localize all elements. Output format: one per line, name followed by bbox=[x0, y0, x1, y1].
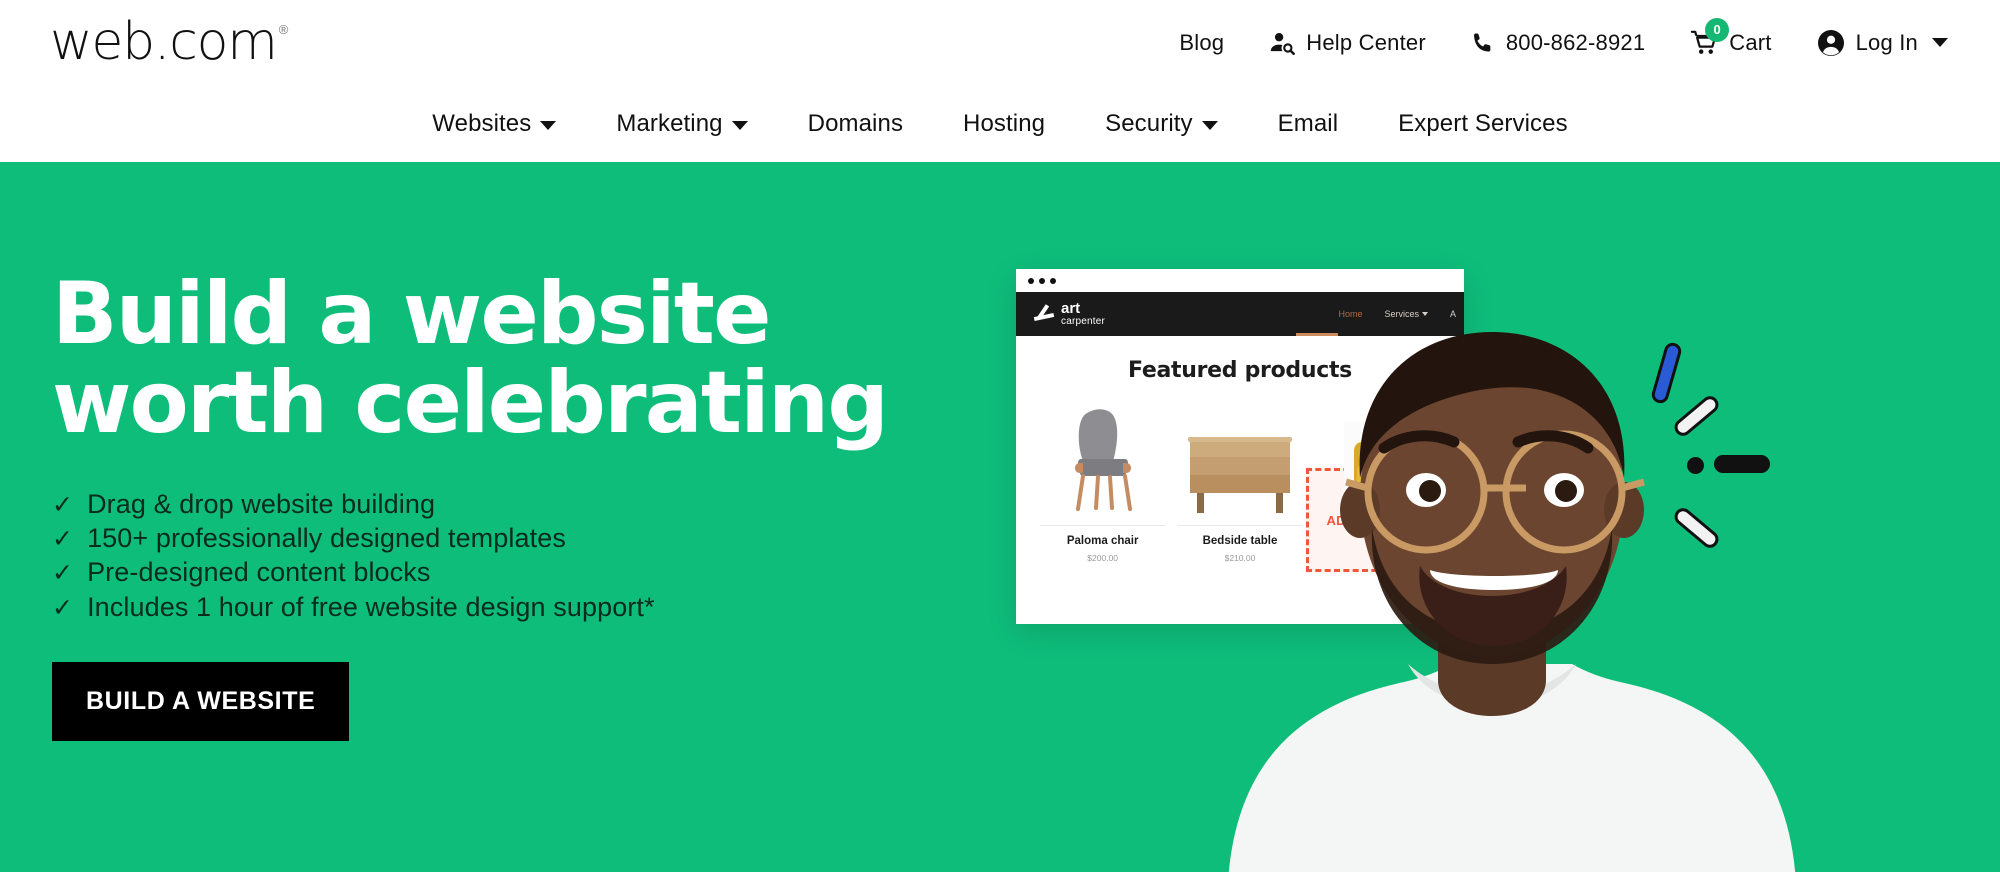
nav-item-domains-label: Domains bbox=[807, 109, 904, 137]
chevron-down-icon bbox=[1201, 120, 1218, 130]
account-circle-icon bbox=[1816, 28, 1846, 58]
check-icon: ✓ bbox=[52, 593, 74, 622]
yellow-armchair-image bbox=[1344, 422, 1454, 532]
build-a-website-button[interactable]: BUILD A WEBSITE bbox=[52, 662, 350, 741]
shopping-cart-icon: 0 bbox=[1689, 17, 1730, 57]
utility-link-help-center-label: Help Center bbox=[1306, 29, 1426, 55]
carpenter-tool-icon bbox=[1030, 303, 1056, 325]
utility-link-login[interactable]: Log In bbox=[1816, 28, 1948, 58]
nav-item-email-label: Email bbox=[1277, 109, 1339, 137]
nav-item-expert-services[interactable]: Expert Services bbox=[1368, 110, 1598, 138]
mockup-browser-chrome bbox=[1016, 269, 1464, 292]
window-dot-icon bbox=[1028, 277, 1034, 284]
check-icon: ✓ bbox=[52, 559, 74, 588]
hero-title: Build a website worth celebrating bbox=[52, 264, 889, 454]
chevron-down-icon bbox=[1421, 312, 1428, 316]
mockup-product-price: $200.00 bbox=[1087, 553, 1119, 563]
site-header: web.com ® Blog Help Center 800-862-8921 … bbox=[0, 0, 2000, 162]
website-preview-mockup: art carpenter Home Services A Featured p… bbox=[1016, 269, 1464, 624]
utility-link-cart[interactable]: 0 Cart bbox=[1689, 17, 1772, 57]
mockup-nav-services-label: Services bbox=[1384, 309, 1419, 319]
utility-link-phone-label: 800-862-8921 bbox=[1505, 29, 1646, 55]
logo-registered-mark: ® bbox=[278, 22, 289, 37]
product-divider bbox=[1040, 525, 1166, 526]
mockup-product-name: Bedside table bbox=[1202, 535, 1278, 547]
nav-item-websites[interactable]: Websites bbox=[402, 110, 586, 138]
nav-item-domains[interactable]: Domains bbox=[778, 110, 933, 138]
nav-item-marketing[interactable]: Marketing bbox=[586, 110, 777, 138]
mockup-section-heading: Featured products bbox=[1128, 358, 1352, 383]
utility-links: Blog Help Center 800-862-8921 0 Cart Log… bbox=[1179, 0, 1948, 85]
mockup-product-card[interactable]: Paloma chair $200.00 bbox=[1034, 397, 1171, 563]
doodle-dash-black bbox=[1714, 455, 1770, 473]
chevron-down-icon bbox=[540, 120, 557, 130]
nav-item-security[interactable]: Security bbox=[1075, 110, 1248, 138]
nav-item-marketing-label: Marketing bbox=[616, 109, 723, 137]
utility-link-blog[interactable]: Blog bbox=[1179, 30, 1224, 56]
utility-link-blog-label: Blog bbox=[1179, 29, 1225, 55]
doodle-dash-white-top bbox=[1671, 392, 1722, 440]
chevron-down-icon bbox=[1932, 38, 1948, 47]
mockup-brand: art carpenter bbox=[1030, 301, 1105, 327]
mockup-product-name: Paloma chair bbox=[1066, 535, 1139, 547]
window-dot-icon bbox=[1039, 277, 1045, 284]
check-icon: ✓ bbox=[52, 490, 74, 519]
hero-feature-item: ✓ Drag & drop website building bbox=[52, 487, 952, 521]
doodle-dot-black bbox=[1687, 457, 1704, 474]
check-icon: ✓ bbox=[52, 525, 74, 554]
mockup-brand-line2: carpenter bbox=[1061, 316, 1106, 327]
hero-feature-label: Pre-designed content blocks bbox=[87, 557, 431, 588]
mockup-nav-services[interactable]: Services bbox=[1384, 309, 1428, 319]
product-divider bbox=[1177, 525, 1303, 526]
utility-link-cart-label: Cart bbox=[1729, 29, 1772, 55]
hero-feature-item: ✓ Includes 1 hour of free website design… bbox=[52, 590, 952, 624]
utility-link-help-center[interactable]: Help Center bbox=[1268, 29, 1426, 57]
mockup-nav-links: Home Services A bbox=[1338, 309, 1456, 319]
chevron-down-icon bbox=[731, 120, 748, 130]
mockup-navbar: art carpenter Home Services A bbox=[1016, 292, 1464, 336]
hero-feature-list: ✓ Drag & drop website building ✓ 150+ pr… bbox=[52, 487, 952, 624]
bedside-table-image bbox=[1171, 397, 1308, 517]
mockup-nav-about[interactable]: A bbox=[1450, 309, 1456, 319]
mockup-brand-line1: art bbox=[1061, 300, 1081, 317]
hero-feature-item: ✓ 150+ professionally designed templates bbox=[52, 521, 952, 555]
hero-feature-label: 150+ professionally designed templates bbox=[87, 523, 566, 554]
nav-item-hosting-label: Hosting bbox=[963, 109, 1046, 137]
hero-feature-label: Drag & drop website building bbox=[87, 488, 436, 519]
nav-item-websites-label: Websites bbox=[432, 109, 532, 137]
doodle-dash-blue bbox=[1649, 340, 1684, 406]
nav-item-expert-services-label: Expert Services bbox=[1398, 109, 1568, 137]
nav-item-hosting[interactable]: Hosting bbox=[933, 110, 1075, 138]
utility-bar: web.com ® Blog Help Center 800-862-8921 … bbox=[0, 0, 2000, 85]
hero-copy: Build a website worth celebrating ✓ Drag… bbox=[52, 264, 952, 741]
hero-section: Build a website worth celebrating ✓ Drag… bbox=[0, 162, 2000, 872]
nav-item-security-label: Security bbox=[1105, 109, 1193, 137]
main-navigation: Websites Marketing Domains Hosting Secur… bbox=[0, 85, 2000, 162]
cart-count-badge: 0 bbox=[1705, 17, 1730, 42]
mockup-product-price: $210.00 bbox=[1224, 553, 1256, 563]
mockup-page-body: Featured products Paloma chair $200.00 B… bbox=[1016, 336, 1464, 624]
phone-icon bbox=[1470, 30, 1496, 56]
utility-link-phone[interactable]: 800-862-8921 bbox=[1470, 30, 1645, 56]
window-dot-icon bbox=[1050, 277, 1056, 284]
mockup-product-card[interactable]: Bedside table $210.00 bbox=[1171, 397, 1308, 563]
utility-link-login-label: Log In bbox=[1855, 29, 1918, 55]
nav-item-email[interactable]: Email bbox=[1248, 110, 1369, 138]
paloma-chair-image bbox=[1034, 397, 1171, 517]
hero-feature-label: Includes 1 hour of free website design s… bbox=[87, 591, 655, 622]
hero-feature-item: ✓ Pre-designed content blocks bbox=[52, 555, 952, 589]
site-logo[interactable]: web.com ® bbox=[50, 16, 288, 68]
mockup-nav-home[interactable]: Home bbox=[1338, 309, 1362, 319]
person-search-icon bbox=[1268, 29, 1296, 57]
logo-wordmark: web.com bbox=[50, 12, 278, 72]
doodle-dash-white-bottom bbox=[1671, 504, 1722, 552]
